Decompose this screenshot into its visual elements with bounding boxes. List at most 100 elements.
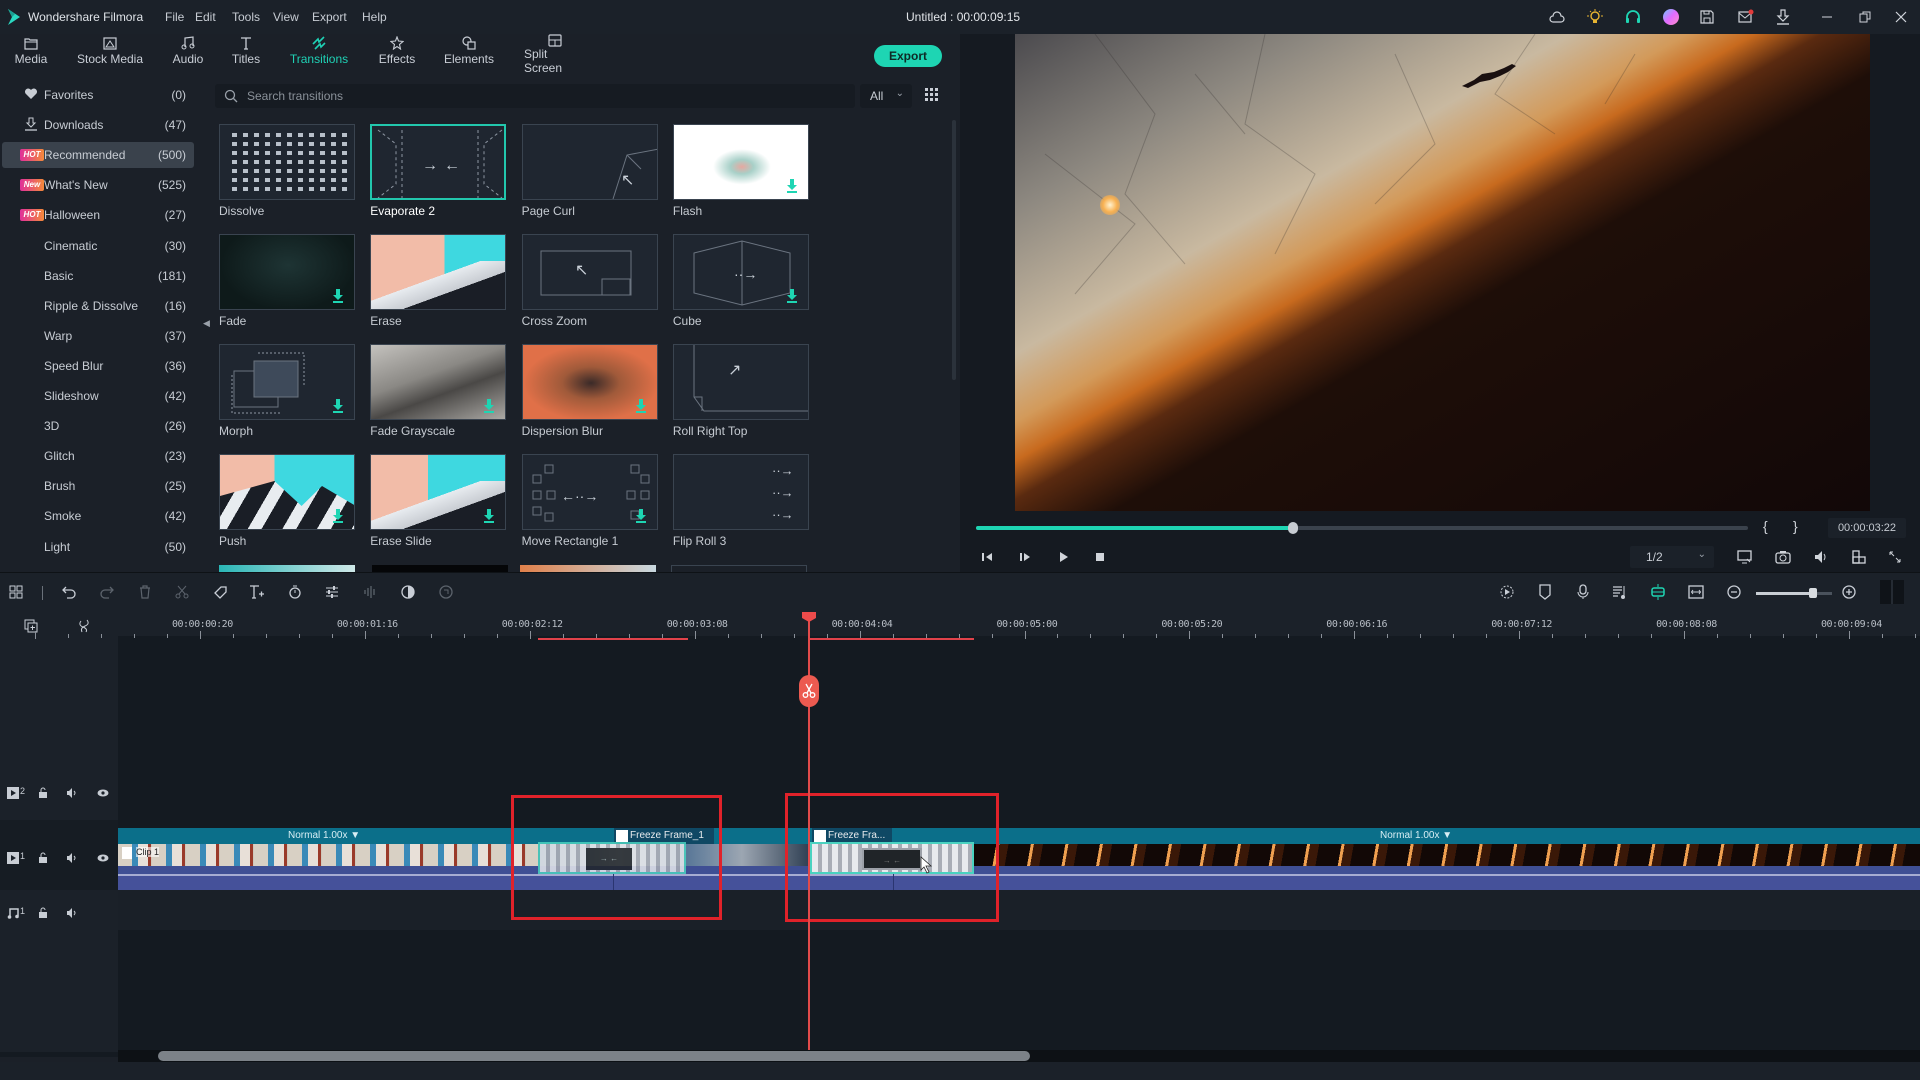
volume-icon[interactable] bbox=[1812, 548, 1830, 566]
download-icon[interactable] bbox=[483, 399, 495, 413]
menu-help[interactable]: Help bbox=[362, 10, 387, 24]
sidebar-item-3d[interactable]: 3D (26) bbox=[2, 413, 194, 439]
audio-waveform-icon[interactable] bbox=[361, 583, 379, 601]
link-icon[interactable] bbox=[75, 617, 93, 635]
cut-icon[interactable] bbox=[173, 583, 191, 601]
clip-1-speed-label[interactable]: Normal 1.00x ▼ bbox=[288, 830, 360, 841]
tab-effects[interactable]: Effects bbox=[377, 34, 417, 70]
transition-tile-flash[interactable]: Flash bbox=[672, 124, 809, 218]
zoom-out-icon[interactable] bbox=[1725, 583, 1743, 601]
save-icon[interactable] bbox=[1698, 8, 1716, 26]
tab-media[interactable]: Media bbox=[14, 34, 48, 70]
download-icon[interactable] bbox=[635, 399, 647, 413]
auto-reframe-icon[interactable] bbox=[437, 583, 455, 601]
speed-timer-icon[interactable] bbox=[286, 583, 304, 601]
panel-toggle-button[interactable] bbox=[1880, 580, 1904, 604]
avatar-icon[interactable] bbox=[1662, 8, 1680, 26]
restore-button[interactable] bbox=[1856, 8, 1874, 26]
speaker-icon[interactable] bbox=[65, 786, 79, 800]
pip-icon[interactable] bbox=[1850, 548, 1868, 566]
snap-toggle-icon[interactable] bbox=[1649, 583, 1667, 601]
timeline-zoom-slider[interactable] bbox=[1756, 588, 1832, 598]
tab-elements[interactable]: Elements bbox=[443, 34, 495, 70]
zoom-handle[interactable] bbox=[1809, 588, 1817, 598]
zoom-in-icon[interactable] bbox=[1840, 583, 1858, 601]
audio-mixer-icon[interactable] bbox=[1611, 583, 1629, 601]
progress-handle[interactable] bbox=[1287, 522, 1298, 534]
clip-2-speed-label[interactable]: Normal 1.00x ▼ bbox=[1380, 830, 1452, 841]
transition-tile-cross-zoom[interactable]: ↖ Cross Zoom bbox=[521, 234, 658, 328]
transition-tile-roll-right-top[interactable]: ↗ Roll Right Top bbox=[672, 344, 809, 438]
menu-file[interactable]: File bbox=[165, 10, 184, 24]
transition-tile-flip-roll-3[interactable]: ··→ ··→ ··→ Flip Roll 3 bbox=[672, 454, 809, 548]
grid-view-icon[interactable] bbox=[924, 87, 940, 103]
display-settings-icon[interactable] bbox=[1736, 548, 1754, 566]
add-track-icon[interactable] bbox=[22, 617, 40, 635]
transition-tile-cube[interactable]: ··→ Cube bbox=[672, 234, 809, 328]
sidebar-item-speed-blur[interactable]: Speed Blur (36) bbox=[2, 353, 194, 379]
sidebar-item-favorites[interactable]: Favorites (0) bbox=[2, 82, 194, 108]
play-button[interactable] bbox=[1054, 548, 1072, 566]
playback-progress-bar[interactable] bbox=[976, 522, 1748, 534]
download-icon[interactable] bbox=[786, 179, 798, 193]
download-icon[interactable] bbox=[1774, 8, 1792, 26]
minimize-button[interactable] bbox=[1818, 8, 1836, 26]
sidebar-item-what-s-new[interactable]: New What's New (525) bbox=[2, 172, 194, 198]
export-button[interactable]: Export bbox=[874, 45, 942, 67]
menu-tools[interactable]: Tools bbox=[232, 10, 260, 24]
stop-button[interactable] bbox=[1091, 548, 1109, 566]
tag-icon[interactable] bbox=[211, 583, 229, 601]
search-transitions-input[interactable]: Search transitions bbox=[215, 84, 855, 108]
download-icon[interactable] bbox=[483, 509, 495, 523]
clip-2[interactable] bbox=[974, 844, 1920, 866]
split-scissors-button[interactable] bbox=[799, 675, 819, 707]
transition-tile-dispersion-blur[interactable]: Dispersion Blur bbox=[521, 344, 658, 438]
fullscreen-icon[interactable] bbox=[1886, 548, 1904, 566]
sidebar-item-slideshow[interactable]: Slideshow (42) bbox=[2, 383, 194, 409]
lock-icon[interactable] bbox=[36, 851, 50, 865]
speaker-icon[interactable] bbox=[65, 851, 79, 865]
preview-resolution-dropdown[interactable]: 1/2 ⌄ bbox=[1630, 546, 1714, 568]
lightbulb-icon[interactable] bbox=[1586, 8, 1604, 26]
sidebar-item-light[interactable]: Light (50) bbox=[2, 534, 194, 560]
download-icon[interactable] bbox=[332, 289, 344, 303]
filter-dropdown[interactable]: All ⌄ bbox=[860, 84, 912, 108]
menu-view[interactable]: View bbox=[273, 10, 299, 24]
download-icon[interactable] bbox=[635, 509, 647, 523]
mark-out-button[interactable]: } bbox=[1793, 518, 1798, 534]
sidebar-item-halloween[interactable]: HOT Halloween (27) bbox=[2, 202, 194, 228]
download-icon[interactable] bbox=[332, 399, 344, 413]
next-frame-button[interactable] bbox=[1016, 548, 1034, 566]
lock-icon[interactable] bbox=[36, 906, 50, 920]
transition-tile-evaporate-2[interactable]: → ← Evaporate 2 bbox=[370, 124, 507, 218]
clip-speed-bar[interactable] bbox=[118, 828, 1920, 844]
headset-icon[interactable] bbox=[1624, 8, 1642, 26]
mark-in-button[interactable]: { bbox=[1763, 518, 1768, 534]
transition-tile-fade-grayscale[interactable]: Fade Grayscale bbox=[370, 344, 507, 438]
clip-1[interactable] bbox=[118, 844, 538, 866]
transition-tile-erase-slide[interactable]: Erase Slide bbox=[370, 454, 507, 548]
color-match-icon[interactable] bbox=[399, 583, 417, 601]
sidebar-item-brush[interactable]: Brush (25) bbox=[2, 473, 194, 499]
speaker-icon[interactable] bbox=[65, 906, 79, 920]
microphone-icon[interactable] bbox=[1574, 583, 1592, 601]
sidebar-item-ripple-dissolve[interactable]: Ripple & Dissolve (16) bbox=[2, 293, 194, 319]
eye-icon[interactable] bbox=[96, 851, 110, 865]
transition-tile-page-curl[interactable]: ↖ Page Curl bbox=[521, 124, 658, 218]
transition-tile-morph[interactable]: Morph bbox=[219, 344, 355, 438]
tab-split-screen[interactable]: Split Screen bbox=[524, 34, 586, 75]
layout-icon[interactable] bbox=[7, 583, 25, 601]
add-text-icon[interactable] bbox=[248, 583, 266, 601]
close-button[interactable] bbox=[1892, 8, 1910, 26]
cloud-icon[interactable] bbox=[1548, 8, 1566, 26]
sidebar-item-smoke[interactable]: Smoke (42) bbox=[2, 503, 194, 529]
sidebar-item-warp[interactable]: Warp (37) bbox=[2, 323, 194, 349]
transition-tile-fade[interactable]: Fade bbox=[219, 234, 355, 328]
marker-icon[interactable] bbox=[1536, 583, 1554, 601]
prev-frame-button[interactable] bbox=[978, 548, 996, 566]
snapshot-icon[interactable] bbox=[1774, 548, 1792, 566]
transition-tile-push[interactable]: Push bbox=[219, 454, 355, 548]
delete-icon[interactable] bbox=[136, 583, 154, 601]
eye-icon[interactable] bbox=[96, 786, 110, 800]
sidebar-item-downloads[interactable]: Downloads (47) bbox=[2, 112, 194, 138]
